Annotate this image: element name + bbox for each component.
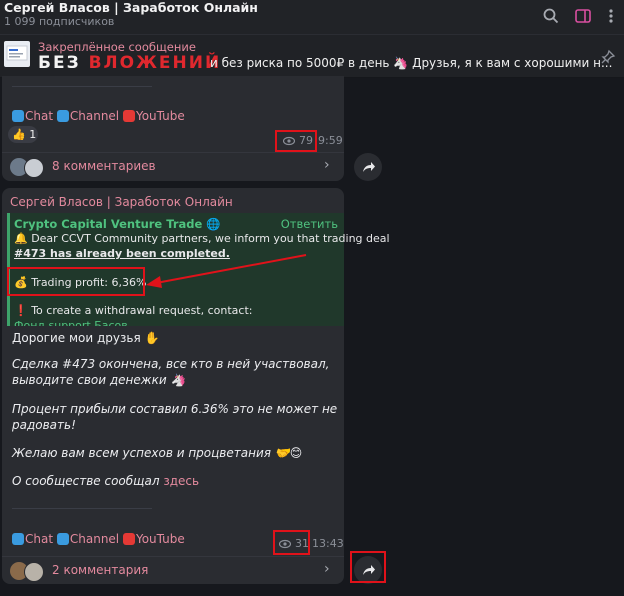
highlight-box-views1 xyxy=(275,130,317,152)
thumbs-up-emoji: 👍 xyxy=(12,128,26,141)
post1-links: Chat Channel YouTube xyxy=(12,109,185,123)
reply-source: Crypto Capital Venture Trade 🌐 xyxy=(14,217,221,231)
avatar xyxy=(24,158,44,178)
chat-link[interactable]: Chat xyxy=(25,532,53,546)
reaction-count: 1 xyxy=(29,128,37,141)
telegram-icon xyxy=(56,533,69,545)
pinned-banner: БЕЗ ВЛОЖЕНИЙ xyxy=(38,53,221,73)
share-arrow-icon xyxy=(363,162,375,172)
pinned-thumbnail xyxy=(4,41,30,67)
unpin-icon[interactable] xyxy=(600,49,616,65)
divider xyxy=(12,86,152,87)
post1-comments-bar[interactable]: 8 комментариев › xyxy=(2,152,344,181)
youtube-icon xyxy=(122,533,135,545)
more-vertical-icon[interactable] xyxy=(602,7,620,25)
post1-time: 9:59 xyxy=(318,134,343,147)
banner-word-2: ВЛОЖЕНИЙ xyxy=(88,53,222,73)
avatar xyxy=(24,562,44,582)
post2-greeting: Дорогие мои друзья ✋ xyxy=(12,331,160,345)
chevron-right-icon[interactable]: › xyxy=(324,561,330,577)
post2-links: Chat Channel YouTube xyxy=(12,532,185,546)
post2-para4: О сообществе сообщал здесь xyxy=(12,474,199,488)
post2-comments-bar[interactable]: 2 комментария › xyxy=(2,556,344,585)
chat-link[interactable]: Chat xyxy=(25,109,53,123)
youtube-link[interactable]: YouTube xyxy=(136,109,185,123)
reply-line-1: 🔔 Dear CCVT Community partners, we infor… xyxy=(14,232,390,245)
highlight-box-profit xyxy=(7,267,145,296)
subscriber-count: 1 099 подписчиков xyxy=(4,15,115,28)
post2-author[interactable]: Сергей Власов | Заработок Онлайн xyxy=(10,195,233,209)
post2-para3: Желаю вам всем успехов и процветания 🤝😊 xyxy=(12,446,303,460)
post2-para2-line2: радовать! xyxy=(12,418,76,432)
highlight-box-share xyxy=(350,551,386,583)
share-button[interactable] xyxy=(354,153,382,181)
reaction-chip[interactable]: 👍 1 xyxy=(8,126,38,143)
sidebar-toggle-icon[interactable] xyxy=(574,7,592,25)
telegram-icon xyxy=(12,110,24,122)
highlight-box-views2 xyxy=(273,530,310,555)
post2-para2-line1: Процент прибыли составил 6.36% это не мо… xyxy=(12,402,338,416)
youtube-icon xyxy=(122,110,135,122)
pinned-label: Закреплённое сообщение xyxy=(38,40,196,54)
post1-comments-count[interactable]: 8 комментариев xyxy=(52,159,156,173)
channel-link[interactable]: Channel xyxy=(70,532,119,546)
reply-line-5: Фонд support Басов xyxy=(14,319,128,326)
para4-text: О сообществе сообщал xyxy=(12,474,164,488)
post2-comments-count[interactable]: 2 комментария xyxy=(52,563,148,577)
reply-answer-link[interactable]: Ответить xyxy=(281,217,338,231)
search-icon[interactable] xyxy=(542,7,560,25)
post2-para1-line2: выводите свои денежки 🦄 xyxy=(12,373,186,387)
channel-header[interactable]: Сергей Власов | Заработок Онлайн 1 099 п… xyxy=(0,0,624,34)
post2-time: 13:43 xyxy=(312,537,344,550)
channel-link[interactable]: Channel xyxy=(70,109,119,123)
here-link[interactable]: здесь xyxy=(163,474,199,488)
channel-title[interactable]: Сергей Власов | Заработок Онлайн xyxy=(4,0,258,15)
divider xyxy=(12,508,152,509)
telegram-icon xyxy=(12,533,24,545)
pinned-message-bar[interactable]: Закреплённое сообщение БЕЗ ВЛОЖЕНИЙ и бе… xyxy=(0,34,624,78)
youtube-link[interactable]: YouTube xyxy=(136,532,185,546)
pinned-text: и без риска по 5000₽ в день 🦄 Друзья, я … xyxy=(210,56,613,70)
banner-word-1: БЕЗ xyxy=(38,53,81,73)
highlight-arrow xyxy=(146,254,307,288)
telegram-icon xyxy=(56,110,69,122)
chevron-right-icon[interactable]: › xyxy=(324,157,330,173)
post2-para1-line1: Сделка #473 окончена, все кто в ней учас… xyxy=(12,357,330,371)
reply-line-4: ❗ To create a withdrawal request, contac… xyxy=(14,304,253,317)
